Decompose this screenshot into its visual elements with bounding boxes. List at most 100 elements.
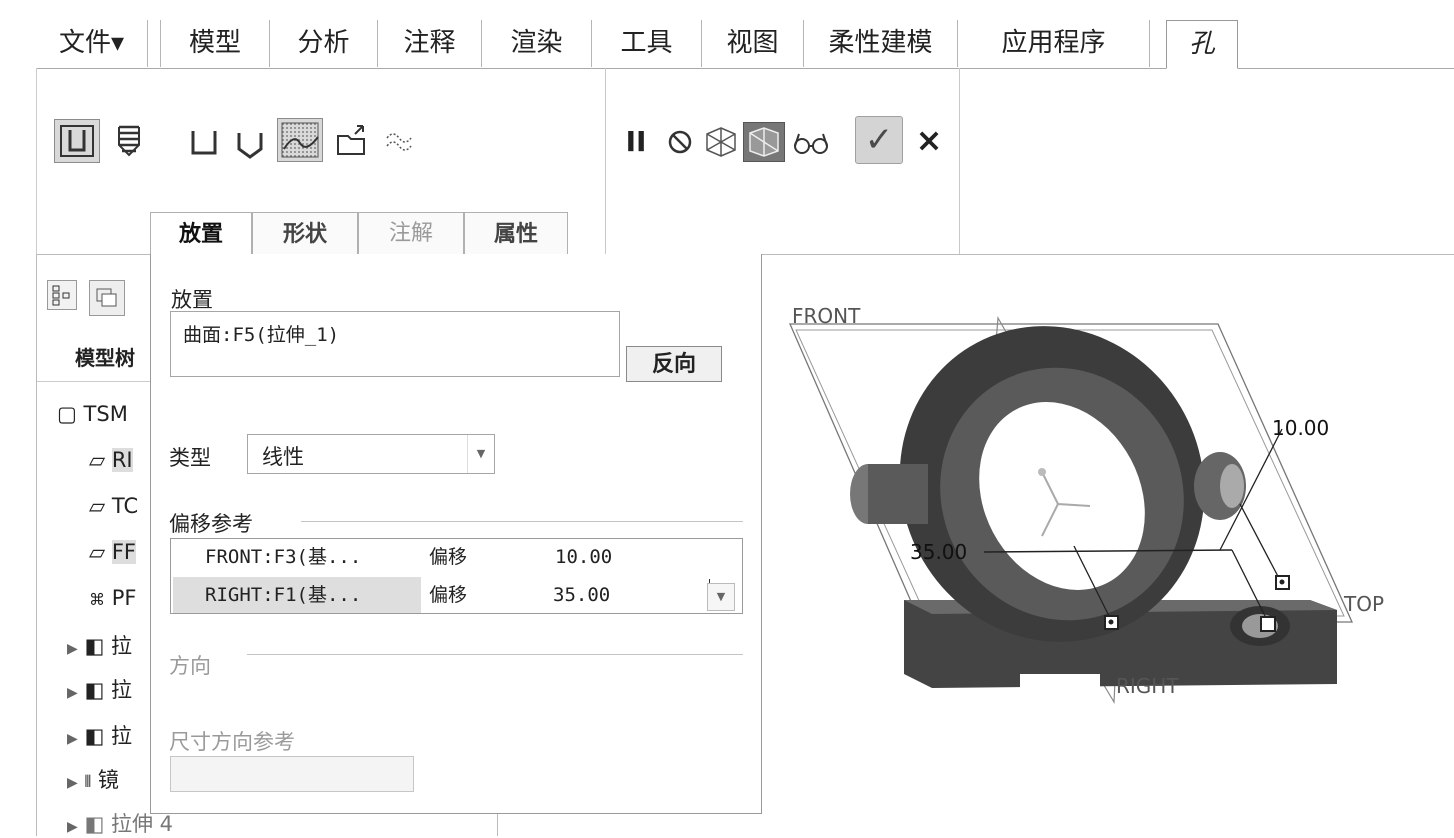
part-icon: ▢ [57, 402, 77, 426]
expand-arrow-icon[interactable]: ▶ [67, 641, 78, 657]
standard-hole-button[interactable] [109, 119, 151, 163]
glasses-icon [794, 133, 828, 154]
dropdown-arrow-icon[interactable]: ▼ [707, 583, 735, 611]
sketch-profile-button[interactable] [277, 118, 323, 162]
table-row[interactable]: FRONT:F3(基... 偏移 10.00 [171, 539, 742, 576]
subtab-annotation[interactable]: 注解 [358, 212, 464, 254]
tree-item-extrude[interactable]: ▶ ◧ 拉 [67, 630, 132, 660]
tree-item-top-plane[interactable]: ▱ TC [89, 494, 138, 518]
mirror-icon: ⫴ [84, 772, 92, 791]
section-divider [301, 521, 743, 522]
folder-open-icon [337, 125, 365, 155]
verify-mode-button[interactable] [701, 122, 741, 162]
datum-plane-icon: ▱ [89, 448, 106, 472]
ok-button[interactable]: ✓ [855, 116, 903, 164]
extrude-icon: ◧ [84, 678, 105, 702]
no-symbol-icon [668, 130, 692, 154]
extrude-icon: ◧ [84, 812, 105, 836]
expand-arrow-icon[interactable]: ▶ [67, 731, 78, 747]
layer-view-tab[interactable] [89, 280, 125, 316]
direction-label: 方向 [169, 654, 211, 678]
type-select[interactable]: 线性 ▼ [247, 434, 495, 474]
cancel-button[interactable]: × [913, 120, 945, 160]
tree-item-label: FF [111, 540, 137, 564]
tree-item-csys[interactable]: ⌘ PF [89, 586, 136, 610]
dimension-direction-ref-label: 尺寸方向参考 [169, 730, 295, 754]
drill-profile-button[interactable] [231, 123, 269, 161]
front-plane-label: FRONT [792, 304, 861, 328]
offset-value-text: 35.00 [553, 584, 611, 606]
tree-item-label: 拉伸 4 [111, 812, 174, 836]
ribbon-divider [959, 68, 960, 254]
dimension-value[interactable]: 35.00 [910, 540, 967, 564]
flat-bottom-icon [191, 131, 217, 155]
no-preview-button[interactable] [663, 124, 697, 160]
extrude-icon: ◧ [84, 724, 105, 748]
subtab-shape[interactable]: 形状 [252, 212, 358, 254]
dimension-value[interactable]: 10.00 [1272, 416, 1329, 440]
placement-reference-collector[interactable]: 曲面:F5(拉伸_1) [170, 311, 620, 377]
tree-item-label: 拉 [111, 724, 132, 748]
tab-flexible-modeling[interactable]: 柔性建模 [804, 20, 958, 67]
tree-item-extrude[interactable]: ▶ ◧ 拉 [67, 674, 132, 704]
tree-item-right-plane[interactable]: ▱ RI [89, 448, 133, 472]
tree-view-tab[interactable] [47, 280, 77, 310]
graphics-viewport[interactable]: FRONT TOP RIGHT 10.00 35.00 [762, 254, 1454, 836]
glasses-preview-button[interactable] [789, 124, 833, 160]
subtab-placement[interactable]: 放置 [150, 212, 252, 255]
pause-button[interactable]: II [621, 124, 651, 160]
tree-item-label: 镜 [97, 768, 119, 792]
expand-arrow-icon[interactable]: ▶ [67, 685, 78, 701]
tree-item-front-plane[interactable]: ▱ FF [89, 540, 137, 564]
offset-mode-cell: 偏移 [429, 584, 468, 606]
simple-hole-button[interactable] [54, 119, 100, 163]
shaded-preview-icon [749, 127, 779, 157]
tab-view[interactable]: 视图 [702, 20, 804, 67]
offset-value-cell: 10.00 [555, 546, 613, 568]
tab-applications[interactable]: 应用程序 [958, 20, 1150, 67]
section-divider [247, 654, 743, 655]
table-row[interactable]: RIGHT:F1(基... 偏移 35.00 ▼ [171, 577, 742, 614]
tab-annotate[interactable]: 注释 [378, 20, 482, 67]
tab-render[interactable]: 渲染 [482, 20, 592, 67]
layers-icon [96, 288, 117, 307]
tab-model[interactable]: 模型 [160, 20, 270, 67]
top-plane-label: TOP [1344, 592, 1385, 616]
model-tree-header: 模型树 [75, 346, 135, 370]
dropdown-arrow-icon[interactable]: ▼ [467, 435, 494, 473]
expand-arrow-icon[interactable]: ▶ [67, 819, 78, 835]
tree-item-label: TSM [83, 402, 128, 426]
shaded-preview-button[interactable] [743, 122, 785, 162]
datum-plane-icon: ▱ [89, 540, 106, 564]
placement-panel: 放置 曲面:F5(拉伸_1) 反向 类型 线性 ▼ 偏移参考 FRONT:F3(… [150, 254, 762, 814]
sketch-surface-icon [281, 122, 319, 158]
tab-file[interactable]: 文件▾ [36, 20, 148, 67]
threaded-hole-icon [118, 125, 140, 157]
tree-item-mirror[interactable]: ▶ ⫴ 镜 [67, 764, 119, 794]
tree-icon [52, 285, 70, 306]
tree-item-label: TC [111, 494, 139, 518]
tree-item-root[interactable]: ▢ TSM [57, 402, 128, 426]
offset-references-table: FRONT:F3(基... 偏移 10.00 RIGHT:F1(基... 偏移 … [170, 538, 743, 614]
create-sketch-button[interactable] [381, 126, 417, 160]
drill-point-icon [237, 133, 263, 159]
tab-analysis[interactable]: 分析 [270, 20, 378, 67]
tree-item-label: 拉 [111, 678, 132, 702]
tree-item-extrude[interactable]: ▶ ◧ 拉 [67, 720, 132, 750]
open-sketch-button[interactable] [333, 122, 371, 160]
offset-ref-cell: RIGHT:F1(基... [205, 584, 362, 606]
expand-arrow-icon[interactable]: ▶ [67, 775, 78, 791]
offset-mode-cell: 偏移 [429, 546, 468, 568]
offset-value-input[interactable]: 35.00 [549, 579, 710, 611]
ribbon-divider [605, 68, 606, 254]
flip-button[interactable]: 反向 [626, 346, 722, 382]
offset-ref-cell: FRONT:F3(基... [205, 546, 362, 568]
right-plane-label: RIGHT [1116, 674, 1179, 698]
tab-hole[interactable]: 孔 [1166, 20, 1238, 69]
dimension-direction-ref-collector[interactable] [170, 756, 414, 792]
type-label: 类型 [169, 446, 211, 470]
tab-tools[interactable]: 工具 [592, 20, 702, 67]
subtab-properties[interactable]: 属性 [464, 212, 568, 254]
flat-profile-button[interactable] [185, 123, 223, 161]
extrude-icon: ◧ [84, 634, 105, 658]
